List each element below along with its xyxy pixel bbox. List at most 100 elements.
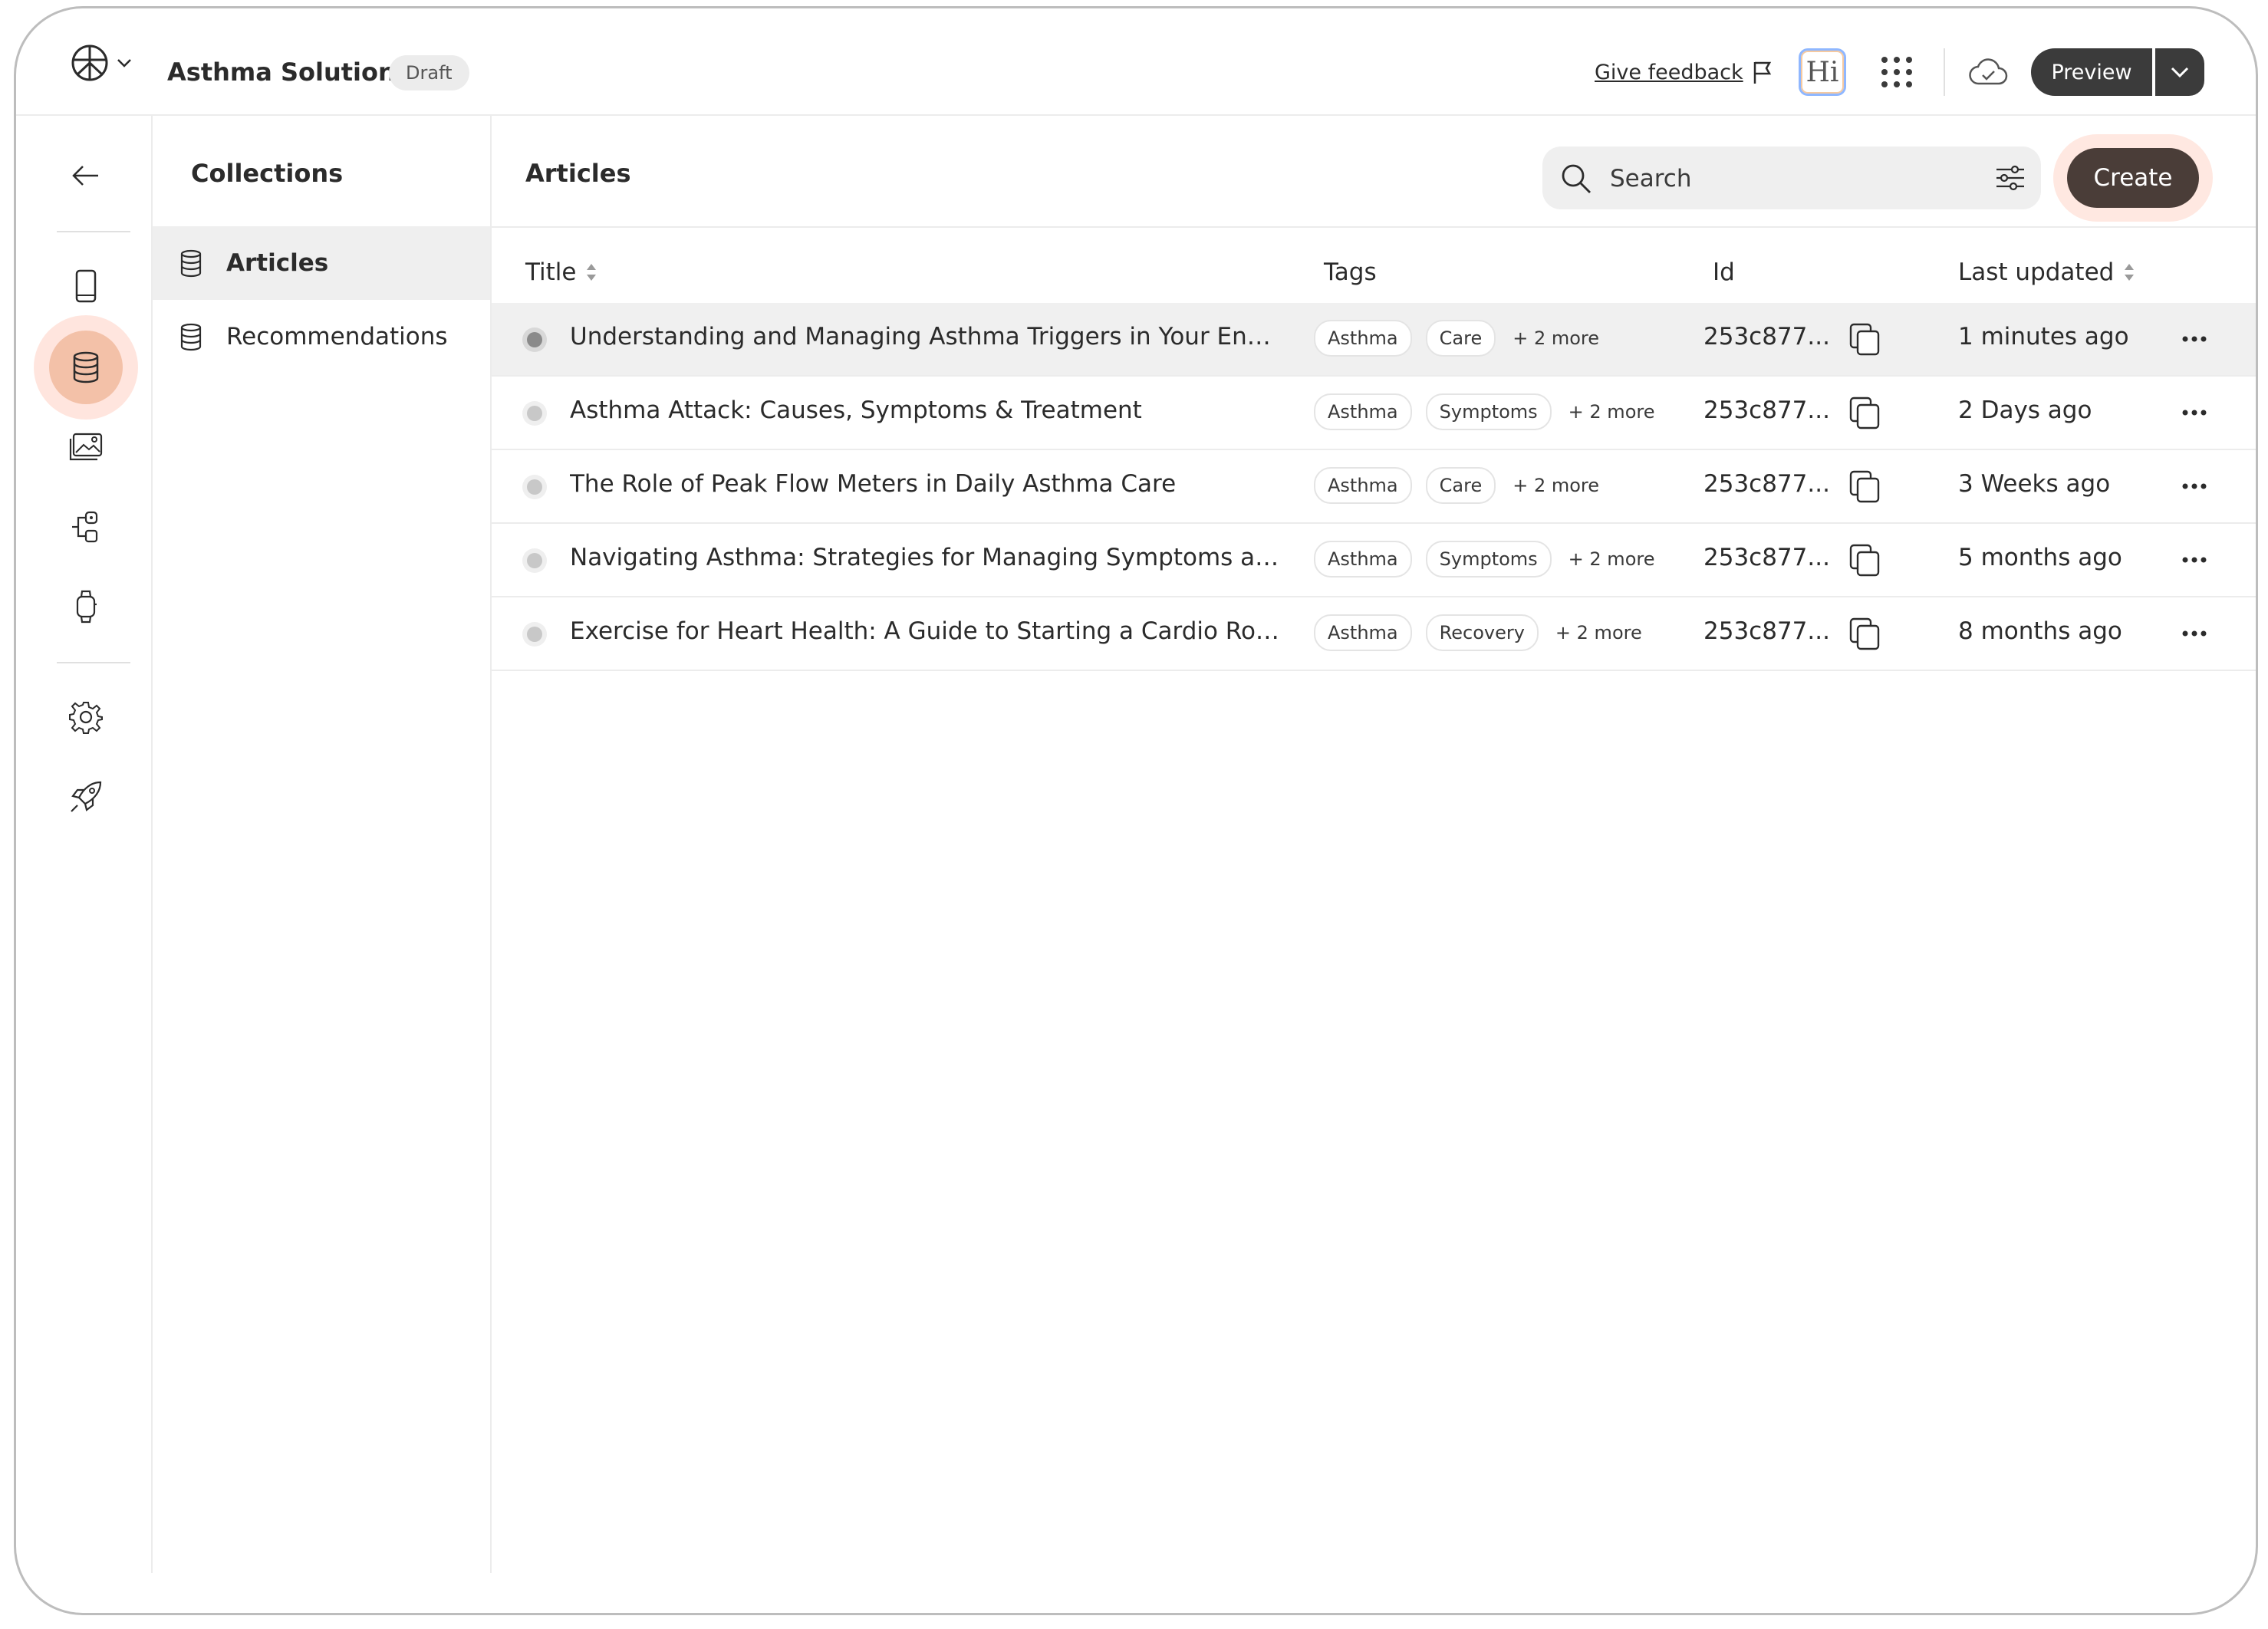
article-title: Navigating Asthma: Strategies for Managi…: [570, 544, 1283, 571]
collection-item-articles[interactable]: Articles: [153, 226, 490, 300]
flag-icon[interactable]: [1751, 60, 1774, 86]
article-id: 253c877...: [1703, 544, 1830, 571]
header-divider: [1944, 48, 1945, 96]
peace-logo-icon: [71, 44, 108, 81]
column-header-label: Last updated: [1958, 258, 2115, 286]
article-title: Exercise for Heart Health: A Guide to St…: [570, 617, 1283, 645]
tag-chip: Care: [1425, 320, 1496, 357]
top-bar: Asthma Solution Draft Give feedback Hi P…: [16, 8, 2256, 116]
copy-icon[interactable]: [1848, 542, 1881, 578]
column-header-tags: Tags: [1324, 258, 1377, 286]
tag-list: Asthma Symptoms + 2 more: [1314, 393, 1654, 430]
column-header-id: Id: [1713, 258, 1735, 286]
copy-icon[interactable]: [1848, 616, 1881, 651]
article-id: 253c877...: [1703, 397, 1830, 424]
last-updated: 1 minutes ago: [1958, 323, 2129, 350]
copy-icon[interactable]: [1848, 469, 1881, 504]
more-horizontal-icon: [2182, 630, 2207, 637]
column-header-last-updated[interactable]: Last updated: [1958, 258, 2135, 286]
table-row[interactable]: The Role of Peak Flow Meters in Daily As…: [492, 450, 2256, 524]
row-menu-button[interactable]: [2171, 320, 2217, 358]
table-row[interactable]: Asthma Attack: Causes, Symptoms & Treatm…: [492, 377, 2256, 450]
database-icon: [180, 249, 202, 278]
status-dot: [527, 553, 542, 568]
more-tags-link[interactable]: + 2 more: [1569, 401, 1655, 423]
rail-devices[interactable]: [49, 570, 123, 643]
status-dot: [527, 479, 542, 495]
last-updated: 5 months ago: [1958, 544, 2122, 571]
create-button[interactable]: Create: [2067, 148, 2199, 208]
article-id: 253c877...: [1703, 323, 1830, 350]
more-horizontal-icon: [2182, 410, 2207, 416]
tag-chip: Asthma: [1314, 320, 1412, 357]
apps-grid-icon[interactable]: [1878, 54, 1915, 90]
more-tags-link[interactable]: + 2 more: [1513, 475, 1599, 496]
more-horizontal-icon: [2182, 557, 2207, 563]
rail-collections[interactable]: [49, 331, 123, 404]
more-tags-link[interactable]: + 2 more: [1513, 327, 1599, 349]
rail-settings[interactable]: [49, 680, 123, 754]
more-horizontal-icon: [2182, 483, 2207, 489]
preview-dropdown-button[interactable]: [2155, 48, 2204, 96]
rail-publish[interactable]: [49, 760, 123, 834]
rail-workflows[interactable]: [49, 490, 123, 564]
chevron-down-icon: [117, 59, 131, 67]
hi-assistant-button[interactable]: Hi: [1799, 48, 1846, 96]
chevron-down-icon: [2171, 67, 2189, 78]
smartwatch-icon: [76, 590, 97, 624]
tag-chip: Symptoms: [1425, 393, 1552, 430]
tag-list: Asthma Care + 2 more: [1314, 320, 1599, 357]
status-dot: [527, 627, 542, 642]
tag-chip: Asthma: [1314, 541, 1412, 578]
collections-panel: Collections Articles Recommendations: [153, 116, 492, 1573]
tag-list: Asthma Symptoms + 2 more: [1314, 541, 1654, 578]
row-menu-button[interactable]: [2171, 541, 2217, 579]
back-button[interactable]: [49, 139, 123, 212]
sort-icon: [2125, 264, 2135, 281]
table-row[interactable]: Navigating Asthma: Strategies for Managi…: [492, 524, 2256, 597]
article-id: 253c877...: [1703, 470, 1830, 498]
tag-chip: Asthma: [1314, 614, 1412, 651]
row-menu-button[interactable]: [2171, 393, 2217, 432]
row-menu-button[interactable]: [2171, 614, 2217, 653]
rail-divider: [57, 231, 130, 232]
more-tags-link[interactable]: + 2 more: [1569, 548, 1655, 570]
sort-icon: [587, 264, 597, 281]
rail-divider: [57, 662, 130, 663]
table-row[interactable]: Understanding and Managing Asthma Trigge…: [492, 303, 2256, 377]
collection-item-recommendations[interactable]: Recommendations: [153, 300, 490, 374]
column-header-title[interactable]: Title: [525, 258, 597, 286]
table-row[interactable]: Exercise for Heart Health: A Guide to St…: [492, 597, 2256, 671]
give-feedback-link[interactable]: Give feedback: [1595, 61, 1743, 84]
search-bar: [1542, 146, 2041, 209]
last-updated: 2 Days ago: [1958, 397, 2092, 424]
copy-icon[interactable]: [1848, 321, 1881, 357]
tag-chip: Symptoms: [1425, 541, 1552, 578]
copy-icon[interactable]: [1848, 395, 1881, 430]
status-dot: [527, 406, 542, 421]
app-switcher[interactable]: [70, 43, 133, 83]
workflow-icon: [72, 511, 98, 543]
collection-item-label: Recommendations: [226, 323, 448, 350]
row-menu-button[interactable]: [2171, 467, 2217, 505]
preview-button[interactable]: Preview: [2031, 48, 2152, 96]
articles-view: Articles Create Title: [492, 116, 2256, 1573]
page-title: Articles: [525, 159, 631, 188]
search-input[interactable]: [1608, 160, 1972, 197]
status-dot: [527, 332, 542, 347]
rail-media[interactable]: [49, 410, 123, 484]
article-title: Asthma Attack: Causes, Symptoms & Treatm…: [570, 397, 1142, 424]
column-header-label: Id: [1713, 258, 1735, 286]
database-icon: [180, 323, 202, 351]
database-icon: [73, 351, 99, 383]
image-gallery-icon: [69, 433, 103, 461]
tag-chip: Asthma: [1314, 393, 1412, 430]
cloud-saved-icon[interactable]: [1968, 58, 2008, 87]
more-tags-link[interactable]: + 2 more: [1555, 622, 1642, 643]
mobile-device-icon: [75, 269, 97, 303]
icon-rail: [30, 116, 153, 1573]
filter-sliders-icon[interactable]: [1995, 165, 2026, 191]
article-title: Understanding and Managing Asthma Trigge…: [570, 323, 1283, 350]
rail-screens[interactable]: [49, 249, 123, 323]
app-title: Asthma Solution: [167, 58, 396, 87]
